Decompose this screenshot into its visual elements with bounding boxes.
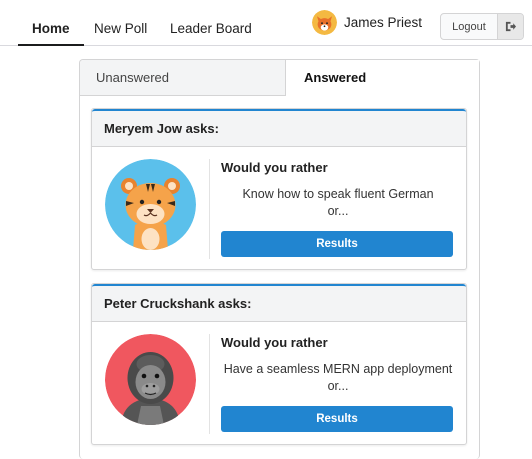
poll-question: Would you rather [221,160,328,175]
card-divider [209,334,210,434]
results-button[interactable]: Results [221,406,453,432]
tab-unanswered[interactable]: Unanswered [80,60,286,96]
card-divider [209,159,210,259]
logout-button[interactable]: Logout [440,13,524,40]
nav-item-new-poll[interactable]: New Poll [80,0,161,46]
poll-author: Meryem Jow asks: [92,109,466,147]
tiger-avatar-icon [105,159,196,250]
poll-or-text: or... [327,379,349,393]
poll-card: Meryem Jow asks: Would you rather Know h… [91,108,467,270]
poll-option-text: Have a seamless MERN app deployment [223,362,453,376]
logout-label: Logout [452,20,486,33]
user-info: James Priest [312,9,422,35]
top-nav: Home New Poll Leader Board James Priest … [0,0,532,46]
tab-answered[interactable]: Answered [286,60,479,96]
poll-author: Peter Cruckshank asks: [92,284,466,322]
user-name: James Priest [344,14,423,30]
poll-or-text: or... [327,204,349,218]
nav-item-home[interactable]: Home [18,0,84,46]
nav-item-leader-board[interactable]: Leader Board [156,0,266,46]
sign-out-icon [497,14,523,39]
poll-question: Would you rather [221,335,328,350]
poll-card: Peter Cruckshank asks: Would you rather … [91,283,467,445]
gorilla-avatar-icon [105,334,196,425]
results-button[interactable]: Results [221,231,453,257]
poll-option-text: Know how to speak fluent German [242,187,434,201]
fox-avatar-icon [312,9,337,35]
